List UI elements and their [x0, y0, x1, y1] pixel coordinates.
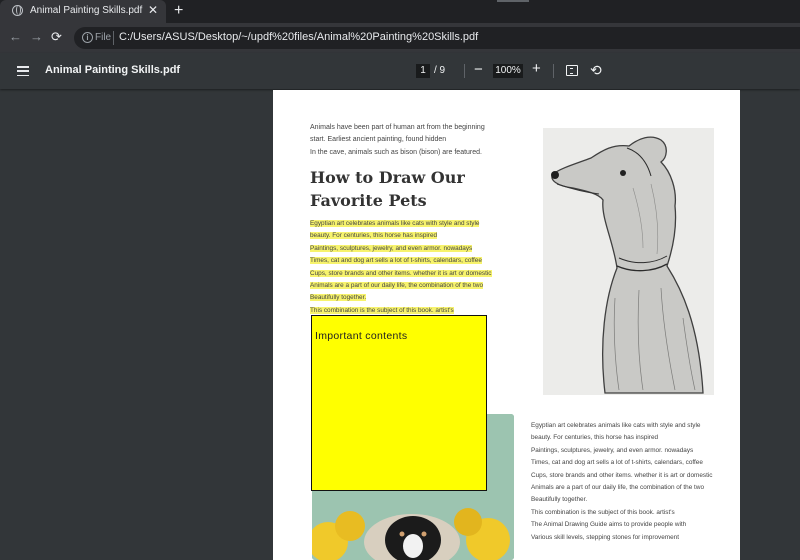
tab-title: Animal Painting Skills.pdf: [30, 5, 143, 16]
paragraph-line: The Animal Drawing Guide aims to provide…: [531, 521, 687, 529]
back-arrow-icon[interactable]: ←: [9, 30, 22, 44]
intro-line: start. Earliest ancient painting, found …: [310, 136, 447, 144]
highlighted-line[interactable]: This combination is the subject of this …: [310, 306, 454, 314]
pdf-toolbar: Animal Painting Skills.pdf 1 / 9 − 100% …: [0, 53, 800, 89]
fit-page-icon[interactable]: [566, 65, 578, 76]
highlighted-line[interactable]: Animals are a part of our daily life, th…: [310, 282, 483, 290]
scheme-label: File: [95, 32, 112, 43]
zoom-in-button[interactable]: +: [532, 61, 541, 76]
paragraph-line: This combination is the subject of this …: [531, 508, 675, 516]
tab-strip-divider: [497, 0, 529, 2]
highlighted-line[interactable]: Cups, store brands and other items. whet…: [310, 269, 492, 277]
paragraph-line: Times, cat and dog art sells a lot of t-…: [531, 459, 703, 467]
address-divider: [113, 31, 114, 45]
info-icon[interactable]: i: [82, 32, 93, 43]
paragraph-line: Various skill levels, stepping stones fo…: [531, 533, 679, 541]
sticky-note-text[interactable]: Important contents: [315, 330, 407, 342]
highlighted-line[interactable]: Times, cat and dog art sells a lot of t-…: [310, 257, 482, 265]
heading-line: Favorite Pets: [310, 190, 427, 210]
address-bar[interactable]: i File C:/Users/ASUS/Desktop/~/updf%20fi…: [74, 27, 800, 49]
page-number-input[interactable]: 1: [416, 64, 430, 78]
paragraph-line: Paintings, sculptures, jewelry, and even…: [531, 446, 694, 454]
zoom-out-button[interactable]: −: [474, 62, 483, 77]
menu-icon[interactable]: [17, 66, 29, 77]
reload-icon[interactable]: ⟳: [51, 30, 62, 44]
toolbar-divider: [553, 64, 554, 78]
paragraph-line: Animals are a part of our daily life, th…: [531, 484, 704, 492]
url-text[interactable]: C:/Users/ASUS/Desktop/~/updf%20files/Ani…: [119, 31, 478, 43]
highlighted-line[interactable]: Paintings, sculptures, jewelry, and even…: [310, 244, 473, 252]
rotate-icon[interactable]: ⟲: [590, 62, 602, 78]
sticky-note[interactable]: Important contents: [311, 315, 487, 491]
forward-arrow-icon[interactable]: →: [30, 30, 43, 44]
highlighted-line[interactable]: Beautifully together.: [310, 294, 367, 302]
new-tab-button[interactable]: +: [174, 2, 183, 20]
intro-paragraph: Animals have been part of human art from…: [310, 122, 510, 159]
heading-line: How to Draw Our: [310, 168, 465, 187]
paragraph-line: beauty. For centuries, this horse has in…: [531, 434, 659, 442]
paragraph-line: Cups, store brands and other items. whet…: [531, 471, 713, 479]
highlighted-paragraph: Egyptian art celebrates animals like cat…: [310, 218, 520, 317]
tab-strip: Animal Painting Skills.pdf ✕ +: [0, 0, 800, 23]
paragraph-line: Egyptian art celebrates animals like cat…: [531, 422, 701, 429]
pdf-page: Animals have been part of human art from…: [273, 90, 740, 560]
zoom-input[interactable]: 100%: [493, 64, 523, 78]
highlighted-line[interactable]: beauty. For centuries, this horse has in…: [310, 232, 438, 240]
dog-sketch-image: [543, 128, 714, 395]
toolbar-divider: [464, 64, 465, 78]
tab-pdf[interactable]: Animal Painting Skills.pdf ✕: [0, 0, 166, 23]
intro-line: Animals have been part of human art from…: [310, 124, 485, 131]
close-icon[interactable]: ✕: [148, 3, 158, 17]
highlighted-line[interactable]: Egyptian art celebrates animals like cat…: [310, 220, 480, 227]
browser-toolbar: ← → ⟳ i File C:/Users/ASUS/Desktop/~/upd…: [0, 23, 800, 53]
paragraph-line: Beautifully together.: [531, 496, 588, 504]
document-title: Animal Painting Skills.pdf: [45, 64, 181, 76]
dog-sketch-icon: [543, 128, 714, 395]
page-total: / 9: [434, 65, 446, 76]
intro-line: In the cave, animals such as bison (biso…: [310, 148, 482, 156]
section-heading: How to Draw Our Favorite Pets: [310, 167, 465, 212]
globe-icon: [12, 5, 23, 16]
right-column-paragraph: Egyptian art celebrates animals like cat…: [531, 420, 736, 544]
